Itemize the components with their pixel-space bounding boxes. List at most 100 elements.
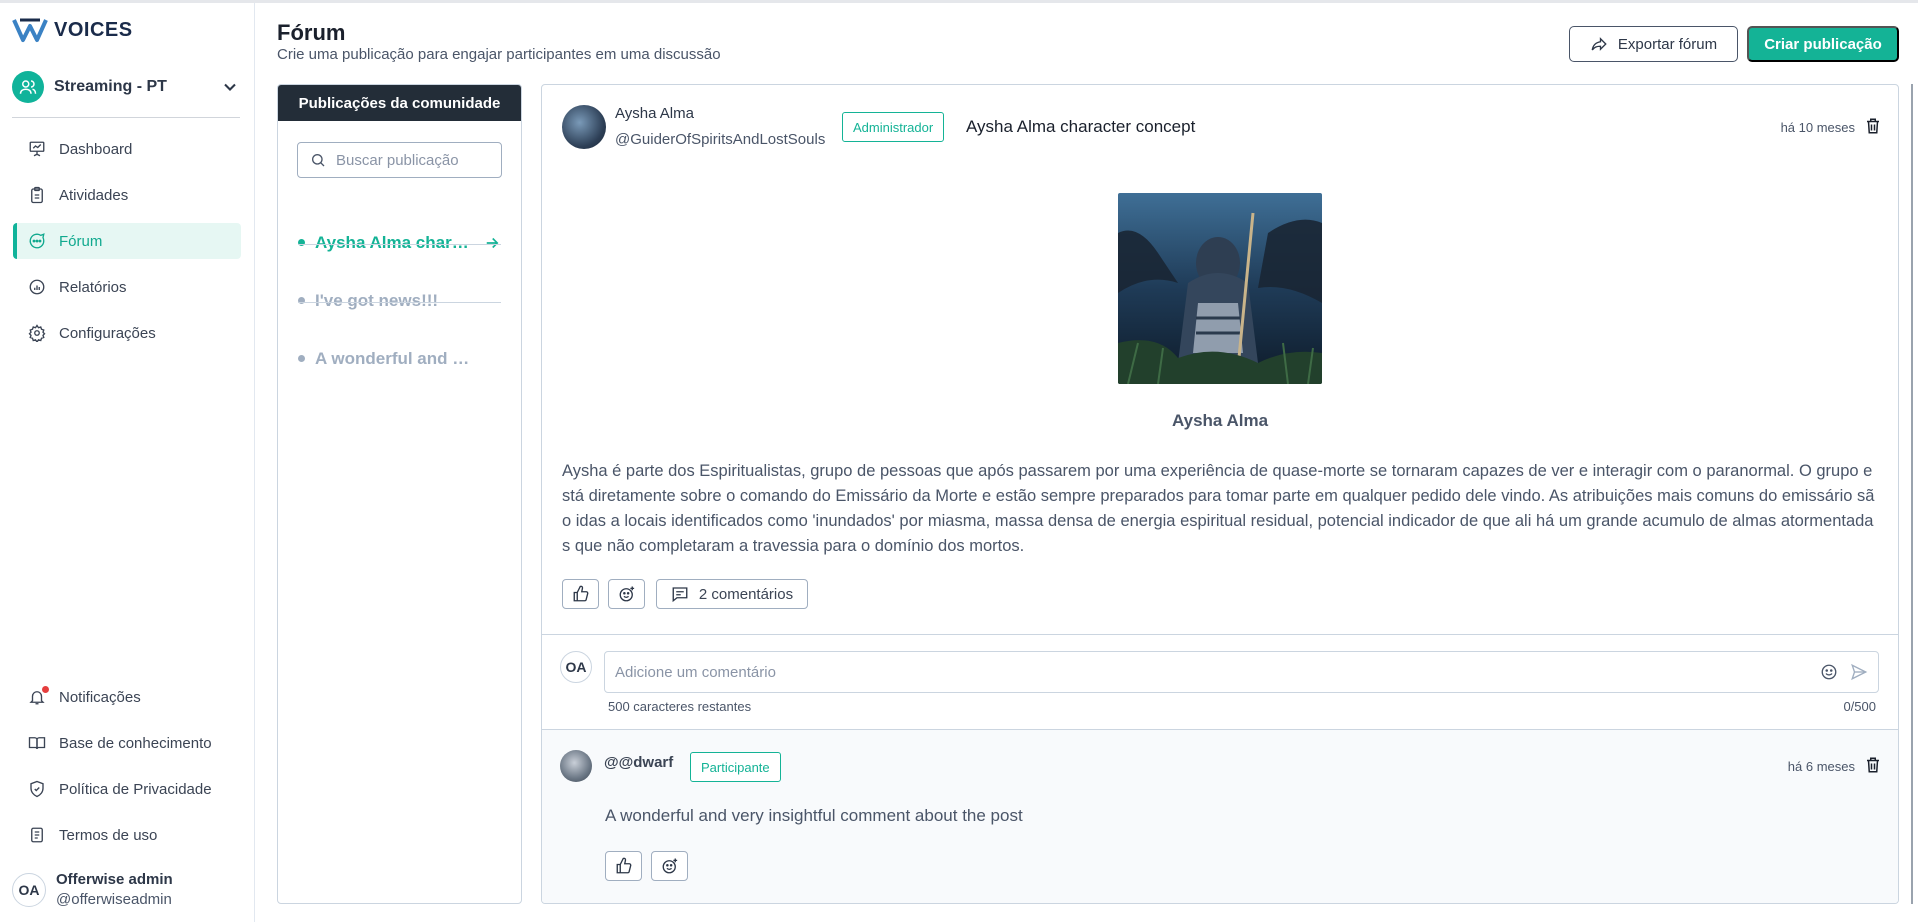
role-badge: Administrador [842, 112, 945, 142]
list-divider [298, 302, 501, 303]
sidebar-item-atividades[interactable]: Atividades [13, 177, 241, 213]
secondary-nav: Notificações Base de conhecimento Políti… [13, 679, 241, 863]
role-badge: Participante [690, 752, 781, 782]
voices-logo-icon [12, 18, 48, 42]
arrow-right-icon [486, 237, 499, 248]
add-reaction-button[interactable] [651, 851, 688, 881]
like-button[interactable] [605, 851, 642, 881]
trash-icon[interactable] [1864, 117, 1882, 135]
search-placeholder: Buscar publicação [336, 151, 459, 169]
sidebar-item-label: Base de conhecimento [59, 734, 212, 752]
sidebar-item-configuracoes[interactable]: Configurações [13, 315, 241, 351]
avatar: OA [12, 872, 46, 907]
sidebar-item-label: Configurações [59, 324, 156, 342]
list-item-title: A wonderful and very insightful post [315, 348, 475, 368]
thumbs-up-icon [573, 585, 588, 602]
post-author-handle: @GuiderOfSpiritsAndLostSouls [615, 131, 826, 148]
community-posts-panel: Publicações da comunidade Buscar publica… [277, 84, 522, 904]
comment-input[interactable]: Adicione um comentário [604, 651, 1879, 693]
list-item-title: I've got news!!! [315, 290, 439, 310]
sidebar-item-label: Termos de uso [59, 826, 158, 844]
chat-bubble-icon [27, 231, 47, 251]
clipboard-icon [27, 185, 47, 205]
sidebar-item-termos[interactable]: Termos de uso [13, 817, 241, 853]
characters-remaining: 500 caracteres restantes [608, 699, 752, 714]
avatar[interactable] [562, 105, 606, 149]
comment-placeholder: Adicione um comentário [615, 663, 776, 681]
workspace-icon [12, 71, 44, 103]
list-item-title: Aysha Alma character concept [315, 232, 475, 252]
comment-timestamp: há 6 meses [1787, 759, 1855, 774]
list-item[interactable]: A wonderful and very insightful post [298, 330, 501, 387]
app-logo[interactable]: VOICES [12, 17, 133, 43]
post-title: Aysha Alma character concept [966, 117, 1196, 136]
sidebar-item-forum[interactable]: Fórum [13, 223, 241, 259]
workspace-name: Streaming - PT [54, 78, 167, 95]
send-icon[interactable] [1850, 663, 1868, 681]
avatar: OA [560, 651, 592, 683]
chart-icon [27, 277, 47, 297]
post-author-name[interactable]: Aysha Alma [615, 105, 694, 122]
add-reaction-button[interactable] [608, 579, 645, 609]
share-arrow-icon [1591, 37, 1607, 51]
export-forum-label: Exportar fórum [1617, 35, 1718, 53]
list-divider [298, 244, 501, 245]
comments-button[interactable]: 2 comentários [656, 579, 808, 609]
sidebar-item-label: Relatórios [59, 278, 127, 296]
smiley-plus-icon [662, 858, 677, 874]
comment-icon [672, 587, 688, 603]
notification-dot [42, 686, 49, 693]
export-forum-button[interactable]: Exportar fórum [1569, 26, 1738, 62]
comments-count-label: 2 comentários [698, 585, 794, 603]
create-post-button[interactable]: Criar publicação [1747, 26, 1899, 62]
emoji-icon[interactable] [1820, 663, 1838, 681]
post-body: Aysha é parte dos Espiritualistas, grupo… [562, 462, 1875, 555]
character-count: 0/500 [1843, 699, 1876, 714]
sidebar-item-label: Dashboard [59, 140, 133, 158]
main-nav: Dashboard Atividades Fórum Relatórios Co… [13, 131, 241, 361]
sidebar-item-label: Política de Privacidade [59, 780, 212, 798]
chevron-down-icon[interactable] [220, 77, 240, 97]
list-item[interactable]: Aysha Alma character concept [298, 214, 501, 271]
sidebar-item-base-conhecimento[interactable]: Base de conhecimento [13, 725, 241, 761]
sidebar-item-label: Notificações [59, 688, 141, 706]
sidebar-item-relatorios[interactable]: Relatórios [13, 269, 241, 305]
like-button[interactable] [562, 579, 599, 609]
shield-icon [27, 779, 47, 799]
comment-author[interactable]: @@dwarf [604, 754, 673, 771]
book-icon [27, 733, 47, 753]
post-timestamp: há 10 meses [1780, 120, 1855, 135]
image-caption: Aysha Alma [1171, 411, 1269, 430]
smiley-plus-icon [619, 586, 634, 602]
gear-icon [27, 323, 47, 343]
current-user[interactable]: OA Offerwise admin @offerwiseadmin [12, 871, 173, 908]
user-name: Offerwise admin [56, 871, 173, 888]
search-input[interactable]: Buscar publicação [297, 142, 502, 178]
search-icon [312, 154, 325, 167]
top-border [0, 0, 1918, 3]
sidebar-item-dashboard[interactable]: Dashboard [13, 131, 241, 167]
community-posts-heading: Publicações da comunidade [278, 85, 521, 121]
section-divider [542, 634, 1898, 635]
comment-item: @@dwarf Participante há 6 meses A wonder… [542, 730, 1898, 903]
list-item[interactable]: I've got news!!! [298, 272, 501, 329]
comment-text: A wonderful and very insightful comment … [605, 806, 1023, 825]
post-detail: Aysha Alma @GuiderOfSpiritsAndLostSouls … [541, 84, 1899, 904]
sidebar-item-label: Atividades [59, 186, 129, 204]
workspace-selector[interactable]: Streaming - PT [12, 69, 240, 105]
post-image[interactable] [1118, 193, 1322, 384]
user-info: Offerwise admin @offerwiseadmin [56, 871, 173, 908]
sidebar-item-label: Fórum [59, 232, 103, 250]
comment-input-actions [1820, 663, 1868, 681]
document-icon [27, 825, 47, 845]
logo-text: VOICES [54, 18, 133, 41]
trash-icon[interactable] [1864, 756, 1882, 774]
presentation-icon [27, 139, 47, 159]
avatar[interactable] [560, 750, 592, 782]
page-subtitle: Crie uma publicação para engajar partici… [277, 46, 721, 63]
sidebar: VOICES Streaming - PT Dashboard Atividad… [0, 3, 255, 922]
sidebar-item-notificacoes[interactable]: Notificações [13, 679, 241, 715]
sidebar-divider [12, 117, 240, 118]
scrollbar[interactable] [1908, 84, 1916, 904]
sidebar-item-privacidade[interactable]: Política de Privacidade [13, 771, 241, 807]
